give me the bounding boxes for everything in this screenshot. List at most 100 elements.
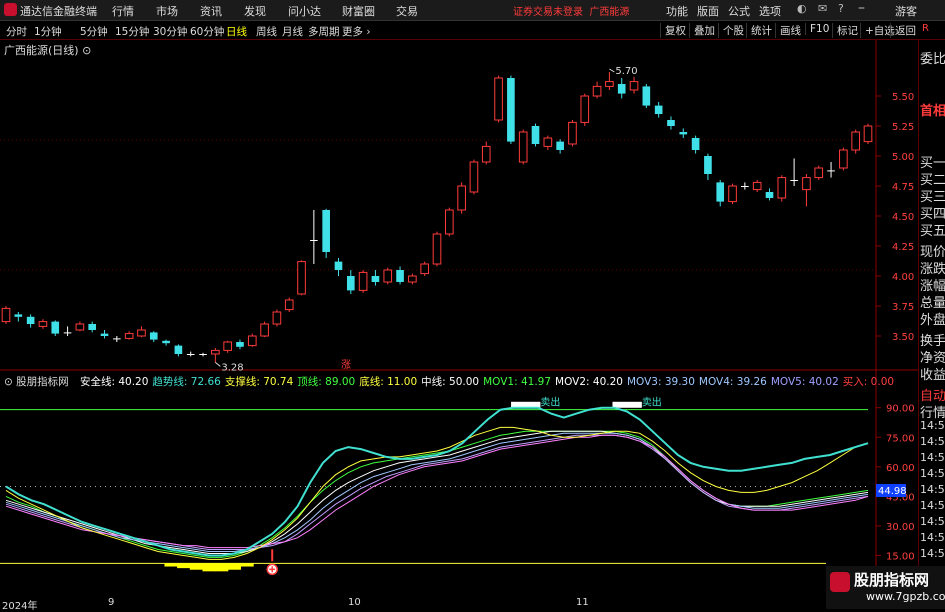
candle-body	[667, 120, 675, 126]
indicator-value: 支撑线: 70.74	[224, 376, 294, 388]
candle-body	[297, 261, 306, 295]
candle-body	[174, 345, 183, 354]
indicator-value: 安全线: 40.20	[79, 376, 149, 388]
menu-hangqing[interactable]: 行情	[112, 3, 134, 19]
indicator-value: MOV1: 41.97	[483, 376, 552, 388]
mail-icon[interactable]: ✉	[818, 2, 827, 15]
candle-body	[124, 333, 134, 339]
candle-body	[679, 132, 688, 135]
period-60min[interactable]: 60分钟	[190, 24, 224, 39]
candle-body	[247, 335, 257, 347]
period-day[interactable]: 日线	[226, 24, 247, 39]
watermark-title: 股朋指标网	[854, 571, 930, 589]
menu-shichang[interactable]: 市场	[156, 3, 178, 19]
candle-body	[149, 332, 158, 340]
time-label: 14:56	[920, 547, 945, 560]
back-button[interactable]: 返回	[890, 23, 916, 38]
sell-marker: 卖出	[642, 396, 662, 409]
candle-body	[14, 314, 23, 317]
date-label: 9	[108, 597, 115, 608]
candle-body	[322, 210, 330, 252]
candle-body	[863, 125, 873, 143]
login-warning[interactable]: 证券交易未登录 广西能源	[513, 3, 629, 18]
date-axis: 2024年 9 10 11	[0, 597, 826, 612]
period-1min[interactable]: 1分钟	[34, 24, 62, 39]
candle-body	[346, 276, 355, 291]
huaxian-button[interactable]: 画线	[775, 23, 801, 38]
candle-body	[199, 354, 207, 355]
candle-body	[851, 131, 861, 151]
menu-gongneng[interactable]: 功能	[666, 3, 688, 19]
candle-body	[211, 349, 220, 355]
period-toolbar: 分时 1分钟 5分钟 15分钟 30分钟 60分钟 日线 周线 月线 多周期 更…	[0, 21, 945, 40]
indicator-value: 趋势线: 72.66	[152, 376, 221, 388]
period-30min[interactable]: 30分钟	[153, 24, 187, 39]
indicator-value: MOV2: 40.20	[555, 376, 623, 388]
time-label: 14:56	[920, 531, 945, 544]
period-5min[interactable]: 5分钟	[80, 24, 108, 39]
menu-gongshi[interactable]: 公式	[728, 3, 750, 19]
period-more[interactable]: 更多 ›	[342, 24, 371, 39]
candle-body	[580, 95, 590, 123]
menu-jiaoyi[interactable]: 交易	[396, 3, 418, 19]
menu-banmian[interactable]: 版面	[697, 3, 719, 19]
biaoji-button[interactable]: 标记	[832, 23, 858, 38]
candle-body	[518, 131, 528, 163]
indicator-value: MOV5: 40.02	[770, 376, 839, 388]
minimize-icon[interactable]: –	[858, 0, 865, 16]
candle-body	[272, 311, 282, 325]
menu-zixun[interactable]: 资讯	[200, 3, 222, 19]
gegu-button[interactable]: 个股	[718, 23, 744, 38]
candle-body	[51, 321, 60, 334]
kline-chart[interactable]: 5.50 5.25 5.00 4.75 4.50 4.25 4.00 3.75 3.50 90.…	[0, 40, 918, 609]
candle-body	[654, 105, 663, 114]
osc-tick-label: 75.00	[886, 433, 915, 444]
indicator-value: MOV3: 39.30	[626, 376, 695, 388]
chart-background	[0, 40, 918, 609]
fuquan-button[interactable]: 复权	[660, 23, 686, 38]
indicator-name[interactable]: ⊙ 股朋指标网	[4, 376, 73, 388]
diejia-button[interactable]: 叠加	[689, 23, 715, 38]
period-fenshi[interactable]: 分时	[6, 24, 27, 39]
title-bar: 通达信金融终端 行情 市场 资讯 发现 问小达 财富圈 交易 证券交易未登录 广…	[0, 0, 945, 21]
period-15min[interactable]: 15分钟	[115, 24, 149, 39]
candle-body	[728, 185, 737, 203]
price-tick-label: 4.75	[892, 182, 914, 193]
oversold-bar	[202, 563, 216, 572]
indicator-values: 安全线: 40.20 趋势线: 72.66 支撑线: 70.74 顶线: 89.00 底…	[80, 376, 898, 388]
candle-body	[543, 137, 553, 147]
candle-body	[1, 307, 11, 323]
candle-body	[568, 121, 577, 145]
menu-caifuquan[interactable]: 财富圈	[342, 3, 375, 19]
help-icon[interactable]: ?	[838, 2, 844, 15]
price-tick-label: 5.50	[892, 92, 914, 103]
skin-icon[interactable]: ◐	[797, 2, 807, 15]
current-value-label: 44.98	[878, 486, 907, 497]
candle-body	[752, 181, 762, 191]
watermark-logo-icon	[830, 572, 850, 592]
price-tick-label: 4.50	[892, 212, 914, 223]
candle-body	[457, 185, 466, 211]
time-label: 14:56	[920, 483, 945, 496]
menu-faxian[interactable]: 发现	[244, 3, 266, 19]
price-tick-label: 5.00	[892, 152, 914, 163]
candle-body	[334, 261, 343, 270]
oversold-bar	[215, 563, 229, 572]
period-week[interactable]: 周线	[256, 24, 277, 39]
tongji-button[interactable]: 统计	[746, 23, 772, 38]
period-multi[interactable]: 多周期	[308, 24, 340, 39]
guest-label[interactable]: 游客	[895, 3, 917, 19]
f10-button[interactable]: F10	[805, 23, 829, 35]
candle-body	[494, 77, 503, 121]
indicator-value: 顶线: 89.00	[297, 376, 356, 388]
buy5-label: 买五	[920, 224, 945, 239]
candle-body	[63, 332, 72, 334]
weibi-label: 委比	[920, 52, 945, 67]
menu-xuanxiang[interactable]: 选项	[759, 3, 781, 19]
candle-body	[75, 323, 85, 331]
zhang-marker: 涨	[341, 359, 351, 371]
indicator-value: 中线: 50.00	[421, 376, 480, 388]
menu-wenxiaoda[interactable]: 问小达	[288, 3, 321, 19]
period-month[interactable]: 月线	[282, 24, 303, 39]
sell-marker: 卖出	[540, 396, 560, 409]
